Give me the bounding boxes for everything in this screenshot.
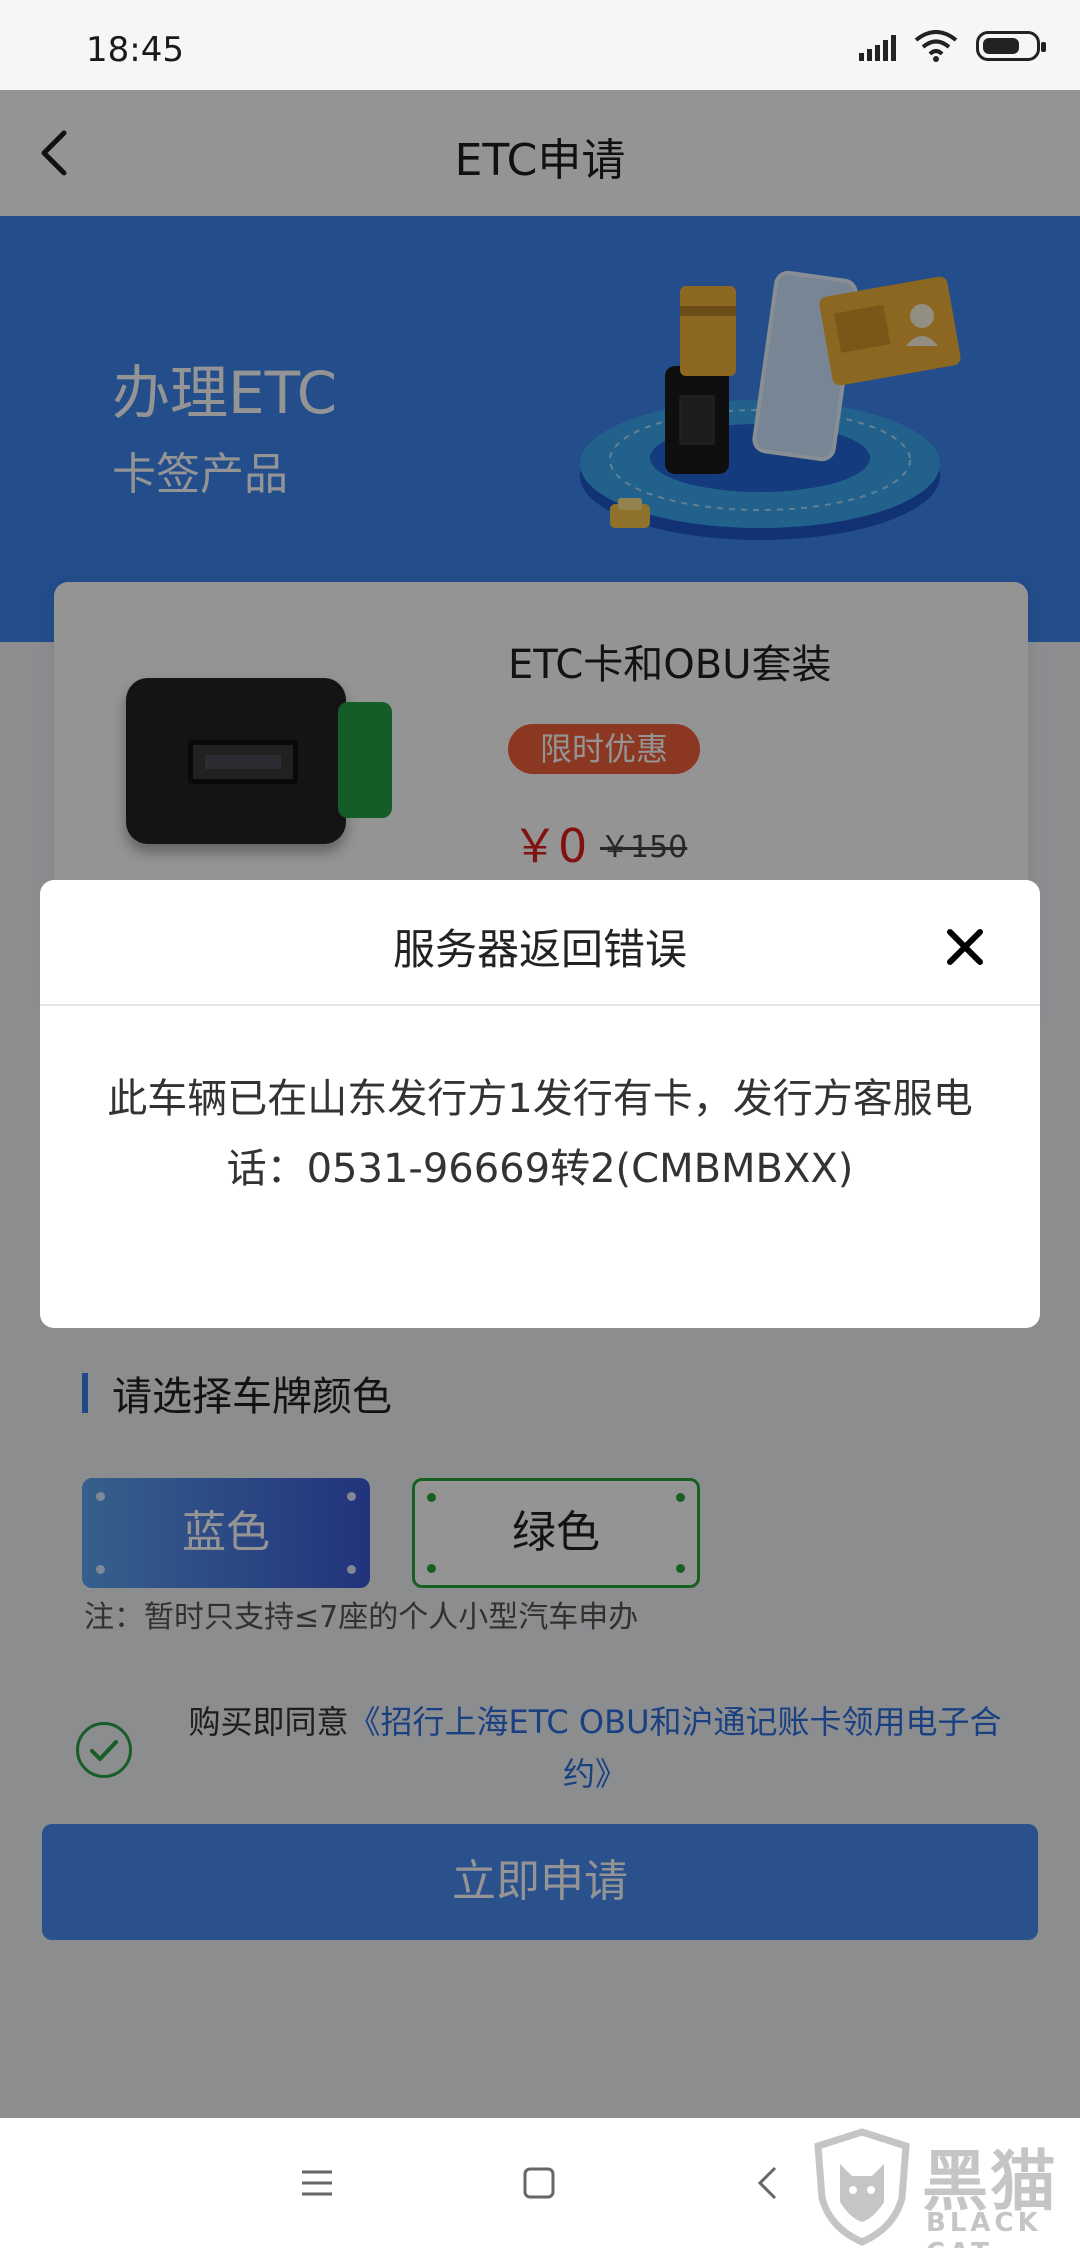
recent-apps-button[interactable]	[292, 2158, 342, 2208]
battery-icon	[976, 31, 1046, 61]
dialog-message: 此车辆已在山东发行方1发行有卡，发行方客服电话：0531-96669转2(CMB…	[107, 1076, 973, 1192]
dialog-divider	[40, 1004, 1040, 1006]
home-button[interactable]	[514, 2158, 564, 2208]
status-bar: 18:45	[0, 0, 1080, 90]
menu-icon	[302, 2170, 332, 2196]
status-icons	[859, 30, 1046, 62]
dialog-title: 服务器返回错误	[392, 925, 687, 974]
error-dialog: 服务器返回错误 此车辆已在山东发行方1发行有卡，发行方客服电话：0531-966…	[40, 880, 1040, 1328]
cat-shield-logo	[814, 2128, 910, 2246]
signal-icon	[859, 31, 896, 61]
status-time: 18:45	[86, 30, 184, 70]
blackcat-watermark: 黑猫 BLACK CAT	[810, 2128, 1080, 2248]
square-home-icon	[523, 2167, 555, 2199]
system-back-button[interactable]	[742, 2158, 792, 2208]
wifi-icon	[914, 30, 958, 62]
back-triangle-icon	[757, 2166, 777, 2200]
close-icon	[947, 929, 983, 965]
watermark-text-en: BLACK CAT	[926, 2208, 1042, 2248]
dialog-close-button[interactable]	[940, 922, 990, 972]
